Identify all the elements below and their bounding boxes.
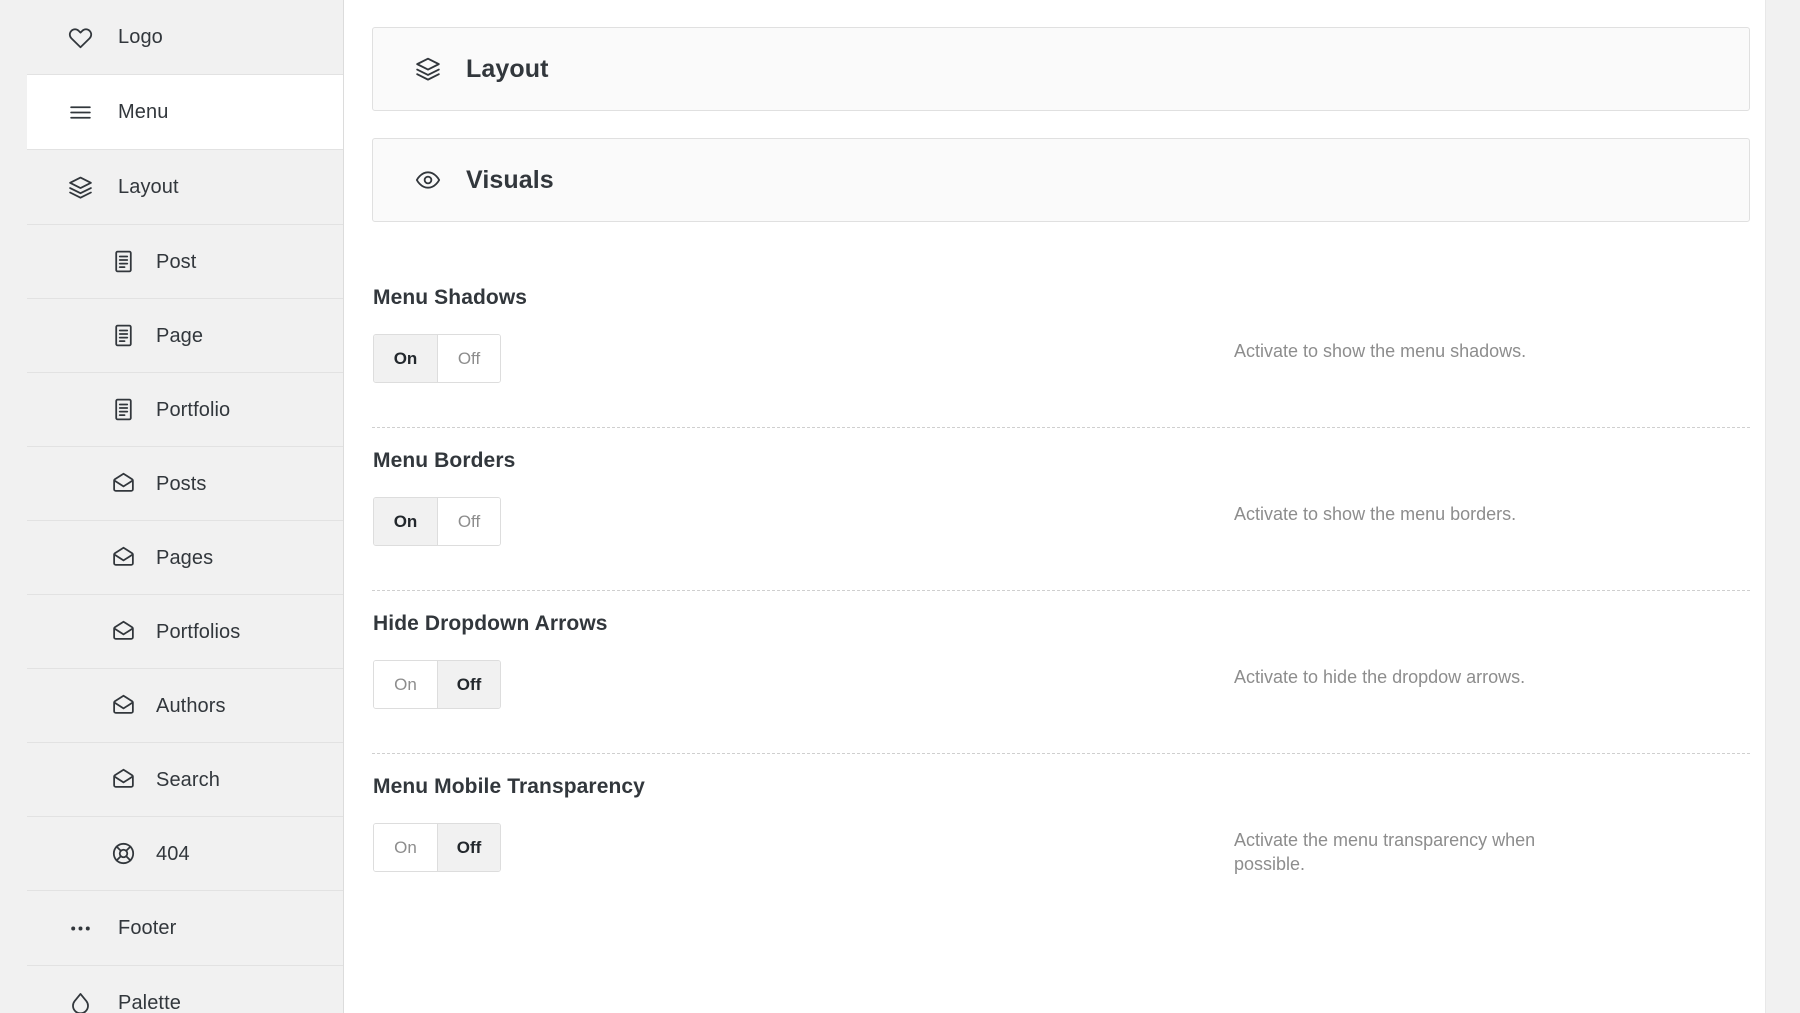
setting-row: Hide Dropdown Arrows On Off Activate to hid… (372, 574, 1750, 737)
ellipsis-icon (68, 916, 93, 941)
sidebar-item-label: Footer (118, 917, 177, 939)
setting-label: Menu Shadows (373, 286, 528, 309)
sidebar: Logo Menu Layout Post Page Portfolio Posts Page… (27, 0, 344, 1013)
toggle-off-button[interactable]: Off (437, 661, 500, 708)
accordion-panel-visuals[interactable]: Visuals (372, 138, 1750, 222)
setting-control-group: Menu Shadows On Off (372, 287, 1234, 383)
lifebuoy-icon (111, 841, 136, 866)
toggle-off-button[interactable]: Off (437, 335, 500, 382)
setting-body: Menu Borders On Off Activate to show the me… (372, 428, 1750, 574)
hamburger-icon (68, 100, 93, 125)
sidebar-item-label: Post (156, 250, 197, 273)
right-edge-strip (1765, 0, 1800, 1013)
toggle-group: On Off (373, 823, 501, 872)
layers-icon (415, 56, 441, 82)
layers-icon (68, 175, 93, 200)
sidebar-item-palette[interactable]: Palette (27, 966, 343, 1013)
accordion-panel-title: Layout (466, 54, 549, 83)
sidebar-item-portfolios[interactable]: Portfolios (27, 595, 343, 669)
sidebar-item-label: Authors (156, 694, 226, 717)
sidebar-item-logo[interactable]: Logo (27, 0, 343, 75)
sidebar-item-posts[interactable]: Posts (27, 447, 343, 521)
toggle-group: On Off (373, 660, 501, 709)
sidebar-item-label: Posts (156, 472, 207, 495)
sidebar-item-search[interactable]: Search (27, 743, 343, 817)
setting-row: Menu Shadows On Off Activate to show the me… (372, 249, 1750, 411)
sidebar-item-label: Layout (118, 176, 179, 198)
toggle-on-button[interactable]: On (374, 661, 437, 708)
document-icon (111, 397, 136, 422)
setting-control-group: Menu Mobile Transparency On Off (372, 776, 1234, 872)
setting-row: Menu Mobile Transparency On Off Activate th… (372, 737, 1750, 905)
setting-label: Menu Borders (373, 449, 516, 472)
sidebar-item-label: Page (156, 324, 204, 347)
envelope-icon (111, 545, 136, 570)
document-icon (111, 323, 136, 348)
toggle-group: On Off (373, 334, 501, 383)
sidebar-item-portfolio[interactable]: Portfolio (27, 373, 343, 447)
sidebar-item-404[interactable]: 404 (27, 817, 343, 891)
sidebar-item-footer[interactable]: Footer (27, 891, 343, 966)
accordion-panel-layout[interactable]: Layout (372, 27, 1750, 111)
sidebar-item-label: Portfolio (156, 398, 231, 421)
toggle-on-button[interactable]: On (374, 824, 437, 871)
sidebar-item-menu[interactable]: Menu (27, 75, 343, 150)
envelope-icon (111, 693, 136, 718)
toggle-group: On Off (373, 497, 501, 546)
setting-body: Hide Dropdown Arrows On Off Activate to hid… (372, 591, 1750, 737)
toggle-on-button[interactable]: On (374, 335, 437, 382)
setting-body: Menu Mobile Transparency On Off Activate th… (372, 754, 1750, 905)
toggle-on-button[interactable]: On (374, 498, 437, 545)
sidebar-item-authors[interactable]: Authors (27, 669, 343, 743)
setting-row: Menu Borders On Off Activate to show the me… (372, 411, 1750, 574)
envelope-icon (111, 767, 136, 792)
eye-icon (415, 167, 441, 193)
sidebar-item-label: Pages (156, 546, 214, 569)
sidebar-item-label: Portfolios (156, 620, 241, 643)
setting-body: Menu Shadows On Off Activate to show the me… (372, 265, 1750, 411)
droplet-icon (68, 991, 93, 1013)
setting-control-group: Menu Borders On Off (372, 450, 1234, 546)
setting-help-text: Activate to hide the dropdow arrows. (1234, 667, 1526, 687)
sidebar-item-label: Search (156, 768, 220, 791)
sidebar-item-label: 404 (156, 842, 190, 865)
toggle-off-button[interactable]: Off (437, 498, 500, 545)
left-gutter (0, 0, 27, 1013)
main-content: Layout Visuals Menu Shadows On Off Activate t… (344, 0, 1800, 1013)
setting-help-text: Activate to show the menu borders. (1234, 504, 1517, 524)
envelope-icon (111, 619, 136, 644)
sidebar-item-pages[interactable]: Pages (27, 521, 343, 595)
toggle-off-button[interactable]: Off (437, 824, 500, 871)
setting-help-text: Activate the menu transparency when poss… (1234, 830, 1536, 875)
setting-control-group: Hide Dropdown Arrows On Off (372, 613, 1234, 709)
sidebar-item-label: Menu (118, 101, 169, 123)
sidebar-item-label: Logo (118, 26, 163, 48)
heart-icon (68, 25, 93, 50)
setting-label: Menu Mobile Transparency (373, 775, 645, 798)
sidebar-item-label: Palette (118, 992, 181, 1013)
app-root: Logo Menu Layout Post Page Portfolio Posts Page… (0, 0, 1800, 1013)
sidebar-item-page[interactable]: Page (27, 299, 343, 373)
setting-label: Hide Dropdown Arrows (373, 612, 608, 635)
document-icon (111, 249, 136, 274)
sidebar-item-post[interactable]: Post (27, 225, 343, 299)
sidebar-item-layout[interactable]: Layout (27, 150, 343, 225)
setting-help-text: Activate to show the menu shadows. (1234, 341, 1527, 361)
envelope-icon (111, 471, 136, 496)
accordion-panel-title: Visuals (466, 165, 554, 194)
